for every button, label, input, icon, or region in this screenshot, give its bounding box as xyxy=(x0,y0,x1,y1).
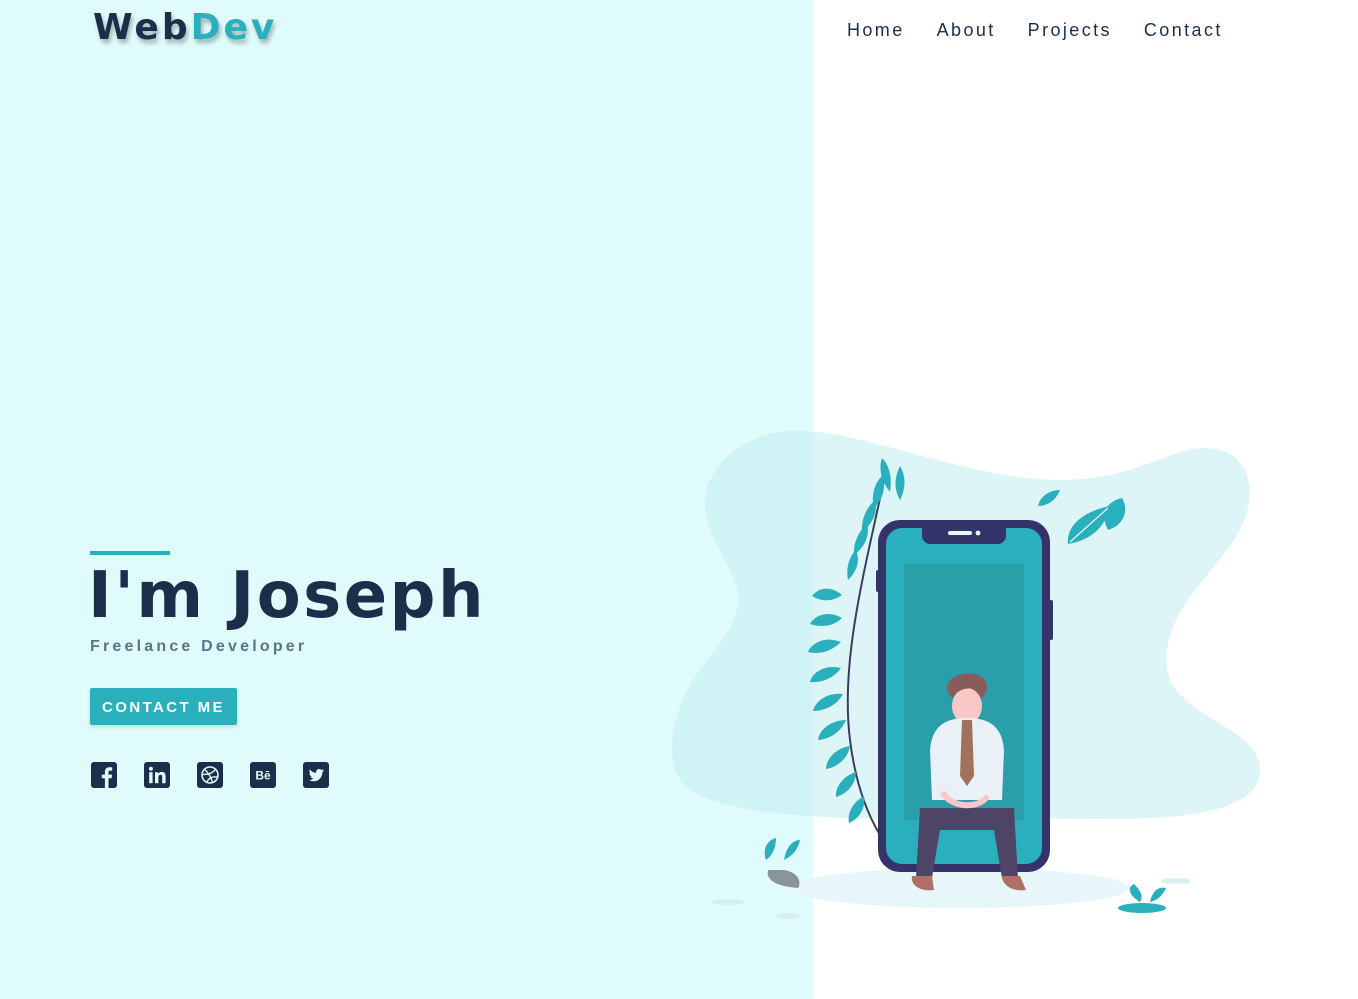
behance-glyph: Bē xyxy=(255,769,271,783)
main-nav: Home About Projects Contact xyxy=(847,18,1255,42)
social-links: Bē xyxy=(91,762,356,788)
linkedin-icon[interactable] xyxy=(144,762,170,788)
nav-link-about[interactable]: About xyxy=(937,18,996,42)
nav-link-home[interactable]: Home xyxy=(847,18,905,42)
logo-text-dev: Dev xyxy=(190,7,278,48)
site-logo[interactable]: WebDev xyxy=(93,6,277,50)
facebook-icon[interactable] xyxy=(91,762,117,788)
nav-link-projects[interactable]: Projects xyxy=(1028,18,1112,42)
behance-icon[interactable]: Bē xyxy=(250,762,276,788)
twitter-icon[interactable] xyxy=(303,762,329,788)
person-sitting-in-phone-illustration xyxy=(671,430,1260,919)
hero-subtitle: Freelance Developer xyxy=(90,638,308,655)
contact-me-button[interactable]: CONTACT ME xyxy=(90,688,237,725)
dribbble-icon[interactable] xyxy=(197,762,223,788)
nav-link-contact[interactable]: Contact xyxy=(1144,18,1223,42)
logo-text-web: Web xyxy=(93,7,191,48)
title-accent-line xyxy=(90,551,170,555)
page: WebDev Home About Projects Contact I'm J… xyxy=(0,0,1358,999)
hero-title: I'm Joseph xyxy=(88,559,487,633)
